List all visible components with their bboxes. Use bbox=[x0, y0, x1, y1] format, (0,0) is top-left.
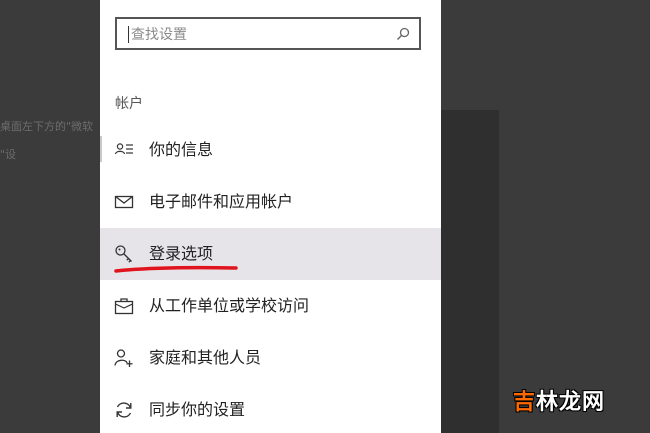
nav-item-label: 家庭和其他人员 bbox=[149, 348, 262, 367]
text-caret bbox=[128, 26, 129, 43]
site-watermark: 吉林龙网 bbox=[513, 384, 605, 416]
briefcase-icon bbox=[114, 298, 134, 315]
background-text-line: 桌面左下方的"微软 bbox=[0, 120, 94, 133]
background-pane bbox=[441, 110, 499, 433]
mail-icon bbox=[114, 195, 134, 209]
nav-item-access-work-school[interactable]: 从工作单位或学校访问 bbox=[100, 280, 441, 332]
contact-card-icon bbox=[114, 143, 133, 155]
background-text-line: "设 bbox=[0, 148, 17, 161]
sync-icon bbox=[116, 402, 132, 418]
nav-item-sync-settings[interactable]: 同步你的设置 bbox=[100, 384, 441, 433]
nav-item-label: 从工作单位或学校访问 bbox=[149, 296, 310, 315]
settings-navigation-pane: 查找设置 帐户 你的信息 电子邮件和应用帐户 登录选项 从工作单位或学校访问 家… bbox=[100, 0, 441, 433]
nav-item-label: 电子邮件和应用帐户 bbox=[149, 192, 294, 211]
search-input[interactable]: 查找设置 bbox=[115, 17, 421, 50]
add-person-icon bbox=[114, 349, 133, 367]
key-icon bbox=[115, 245, 132, 263]
watermark-char: 吉 bbox=[513, 390, 537, 415]
background-window-left bbox=[0, 0, 100, 433]
nav-item-your-info[interactable]: 你的信息 bbox=[100, 124, 441, 176]
section-title-accounts: 帐户 bbox=[115, 96, 143, 112]
nav-item-email-accounts[interactable]: 电子邮件和应用帐户 bbox=[100, 176, 441, 228]
watermark-text: 林龙网 bbox=[536, 390, 606, 415]
nav-item-label: 同步你的设置 bbox=[149, 400, 246, 419]
annotation-underline bbox=[114, 265, 238, 273]
nav-item-label: 登录选项 bbox=[149, 244, 214, 263]
search-placeholder: 查找设置 bbox=[131, 27, 187, 43]
background-divider bbox=[100, 136, 102, 162]
nav-item-label: 你的信息 bbox=[149, 140, 214, 159]
search-icon[interactable] bbox=[396, 27, 410, 41]
nav-item-family-other-people[interactable]: 家庭和其他人员 bbox=[100, 332, 441, 384]
